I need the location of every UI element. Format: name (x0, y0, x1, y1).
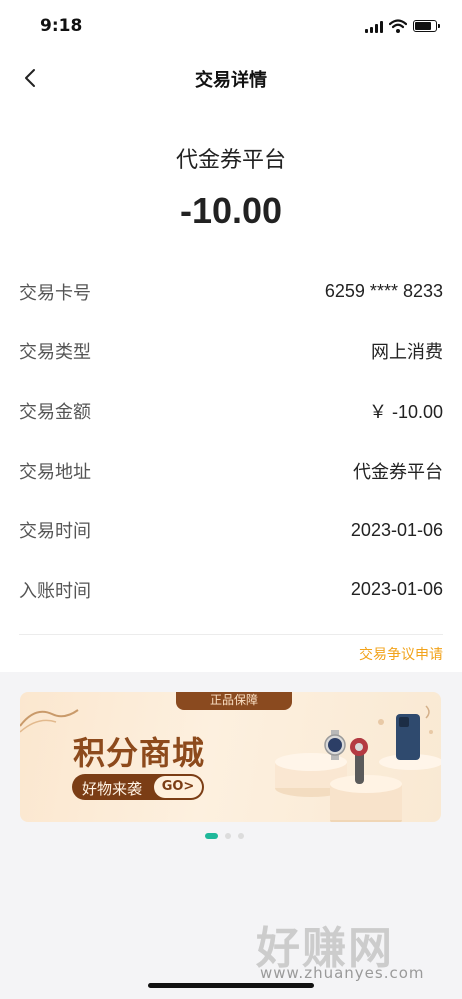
carousel-dot[interactable] (205, 833, 218, 839)
detail-row-posting-time: 入账时间 2023-01-06 (19, 560, 443, 620)
transaction-amount: -10.00 (179, 190, 283, 231)
detail-row-address: 交易地址 代金券平台 (19, 441, 443, 501)
detail-label: 交易金额 (19, 401, 91, 423)
detail-value: 2023-01-06 (350, 519, 443, 540)
detail-label: 交易卡号 (19, 282, 91, 304)
banner-headline: 积分商城 (73, 734, 206, 772)
detail-list: 交易卡号 6259 **** 8233 交易类型 网上消费 交易金额 ￥ -10… (19, 262, 443, 620)
carousel-indicator (205, 833, 244, 839)
signal-icon (365, 21, 384, 33)
page-title: 交易详情 (195, 70, 267, 91)
detail-row-amount: 交易金额 ￥ -10.00 (19, 381, 443, 441)
home-indicator[interactable] (148, 983, 314, 988)
detail-label: 交易地址 (19, 461, 91, 483)
go-button[interactable]: GO> (154, 776, 202, 798)
detail-value: 网上消费 (371, 342, 443, 363)
divider (19, 634, 443, 635)
detail-row-card-number: 交易卡号 6259 **** 8233 (19, 262, 443, 322)
battery-icon (413, 20, 440, 32)
merchant-name: 代金券平台 (175, 148, 286, 173)
dispute-link[interactable]: 交易争议申请 (359, 644, 443, 664)
status-time: 9:18 (40, 16, 83, 36)
banner-subtitle-pill: 好物来袭 GO> (72, 774, 204, 800)
watermark: 好赚网 www.zhuanyes.com (256, 912, 446, 992)
detail-label: 交易类型 (19, 342, 91, 364)
detail-row-type: 交易类型 网上消费 (19, 322, 443, 382)
ribbon-decoration (20, 709, 79, 733)
wifi-icon (389, 19, 407, 33)
product-display (275, 705, 441, 822)
detail-label: 入账时间 (19, 580, 91, 602)
smartphone-icon (396, 714, 420, 760)
status-bar: 9:18 (0, 0, 462, 54)
points-mall-banner[interactable]: 正品保障 积分商城 好物来袭 GO> (20, 692, 441, 822)
banner-subtitle: 好物来袭 (82, 780, 143, 798)
detail-value: 2023-01-06 (350, 579, 443, 600)
detail-value: 6259 **** 8233 (324, 281, 443, 302)
detail-label: 交易时间 (19, 521, 91, 543)
nav-bar: 交易详情 (0, 54, 462, 102)
watermark-url: www.zhuanyes.com (260, 964, 425, 982)
detail-row-time: 交易时间 2023-01-06 (19, 500, 443, 560)
carousel-dot[interactable] (238, 833, 244, 839)
carousel-dot[interactable] (225, 833, 231, 839)
detail-value: 代金券平台 (353, 461, 443, 482)
detail-value: ￥ -10.00 (368, 401, 443, 422)
